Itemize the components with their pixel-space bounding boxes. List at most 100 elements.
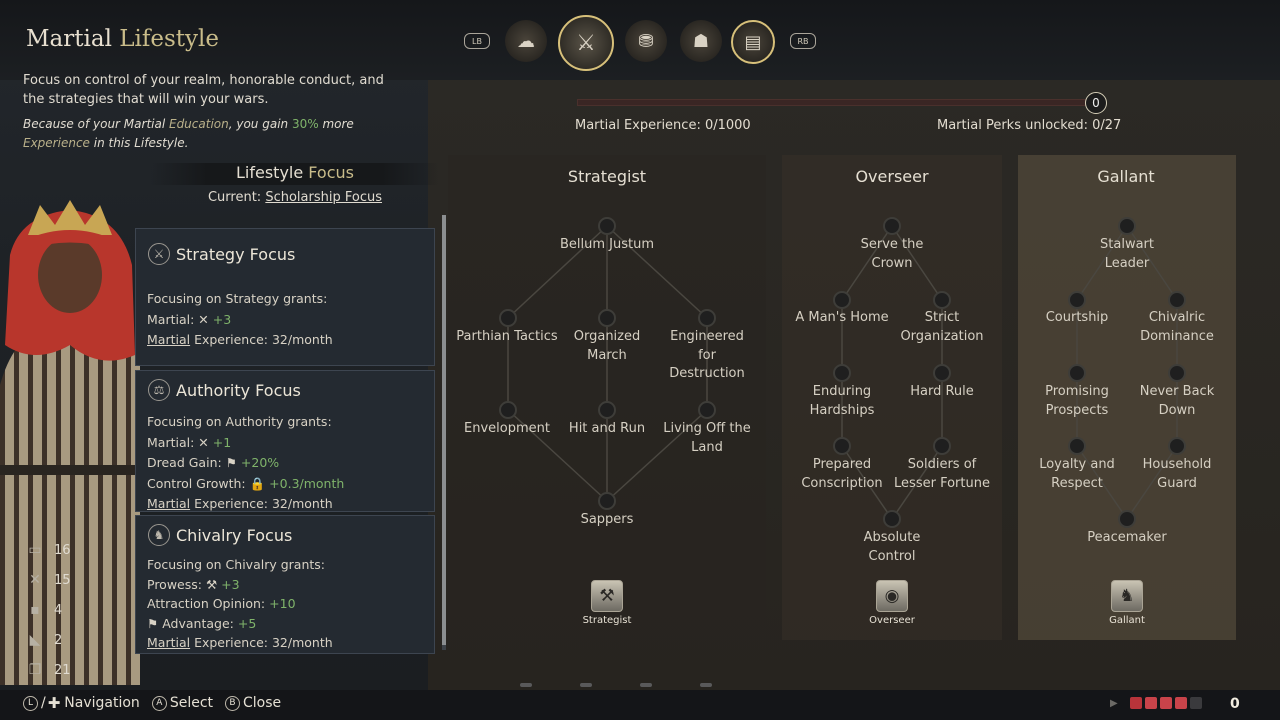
chivalry-focus-card[interactable]: ♞ Chivalry Focus Focusing on Chivalry gra…: [135, 515, 435, 654]
perk-courtship[interactable]: Courtship: [1027, 309, 1127, 328]
intrigue-skill-icon: ◣: [29, 632, 41, 648]
perk-node[interactable]: [883, 510, 901, 528]
focus-scrollbar-thumb[interactable]: [442, 215, 446, 645]
perk-sappers[interactable]: Sappers: [537, 511, 677, 530]
perk-engineered-for-destruction[interactable]: Engineered for Destruction: [662, 328, 752, 384]
perk-node[interactable]: [833, 437, 851, 455]
perk-enduring-hardships[interactable]: Enduring Hardships: [792, 383, 892, 420]
perk-node[interactable]: [598, 217, 616, 235]
character-skills: ▭ 16 ✕ 15 ▪ 4 ◣ 2 ❐ 21: [25, 535, 105, 685]
perk-points-counter: 0: [1085, 92, 1107, 114]
perk-node[interactable]: [1168, 364, 1186, 382]
select-hint[interactable]: A Select: [151, 695, 213, 711]
perk-household-guard[interactable]: Household Guard: [1127, 456, 1227, 493]
perk-node[interactable]: [833, 291, 851, 309]
skill-intrigue[interactable]: ◣ 2: [25, 625, 105, 655]
close-hint[interactable]: B Close: [225, 695, 281, 711]
perk-stalwart-leader[interactable]: Stalwart Leader: [1077, 236, 1177, 273]
strategist-tree-icon[interactable]: ⚒: [591, 580, 623, 612]
notification-square: [1144, 697, 1157, 709]
learning-lifestyle-icon: ▤: [744, 31, 762, 53]
strategist-tree-label: Strategist: [582, 615, 632, 626]
perk-soldiers-of-lesser-fortune[interactable]: Soldiers of Lesser Fortune: [892, 456, 992, 493]
experience-label: Martial Experience: 0/1000: [575, 118, 751, 133]
perk-node[interactable]: [1118, 510, 1136, 528]
strategy-focus-icon: ⚔: [148, 243, 170, 265]
rb-bumper[interactable]: RB: [790, 33, 816, 49]
perk-node[interactable]: [1068, 437, 1086, 455]
perk-organized-march[interactable]: Organized March: [557, 328, 657, 365]
perk-strict-organization[interactable]: Strict Organization: [892, 309, 992, 346]
skill-martial[interactable]: ✕ 15: [25, 565, 105, 595]
gallant-tree-title: Gallant: [1097, 167, 1155, 186]
overseer-tree-title: Overseer: [855, 167, 929, 186]
gallant-tree-icon[interactable]: ♞: [1111, 580, 1143, 612]
controller-hints: L / ✚ Navigation A Select B Close: [23, 694, 293, 712]
diplomacy-skill-icon: ▭: [28, 542, 42, 558]
perk-serve-the-crown[interactable]: Serve the Crown: [842, 236, 942, 273]
prowess-icon: ⚒: [205, 576, 218, 592]
stewardship-lifestyle-icon: ⛃: [638, 30, 654, 52]
skill-diplomacy[interactable]: ▭ 16: [25, 535, 105, 565]
perk-hard-rule[interactable]: Hard Rule: [892, 383, 992, 402]
perk-node[interactable]: [499, 309, 517, 327]
perk-loyalty-and-respect[interactable]: Loyalty and Respect: [1027, 456, 1127, 493]
lb-bumper[interactable]: LB: [464, 33, 490, 49]
navigation-hint[interactable]: L / ✚ Navigation: [23, 694, 140, 712]
perk-absolute-control[interactable]: Absolute Control: [842, 529, 942, 566]
perk-node[interactable]: [1068, 364, 1086, 382]
tab-learning[interactable]: ▤: [731, 20, 775, 64]
perk-node[interactable]: [933, 291, 951, 309]
perk-peacemaker[interactable]: Peacemaker: [1077, 529, 1177, 548]
stewardship-skill-icon: ▪: [30, 602, 40, 618]
perk-node[interactable]: [698, 401, 716, 419]
notification-strip[interactable]: ▶: [1110, 697, 1205, 709]
martial-icon: ✕: [198, 311, 209, 327]
perk-chivalric-dominance[interactable]: Chivalric Dominance: [1127, 309, 1227, 346]
perk-living-off-the-land[interactable]: Living Off the Land: [652, 420, 762, 457]
perk-node[interactable]: [933, 437, 951, 455]
lifestyle-focus-heading: Lifestyle Focus: [150, 163, 440, 185]
learning-skill-icon: ❐: [28, 662, 42, 678]
overseer-tree-icon[interactable]: ◉: [876, 580, 908, 612]
perk-a-mans-home[interactable]: A Man's Home: [782, 309, 902, 328]
perk-node[interactable]: [1168, 437, 1186, 455]
perk-bellum-justum[interactable]: Bellum Justum: [537, 236, 677, 255]
perk-prepared-conscription[interactable]: Prepared Conscription: [792, 456, 892, 493]
dpad-icon: ✚: [47, 694, 61, 712]
notification-square: [1189, 697, 1202, 709]
tab-diplomacy[interactable]: ☁: [505, 20, 547, 62]
perk-node[interactable]: [833, 364, 851, 382]
notification-square: [1159, 697, 1172, 709]
perk-node[interactable]: [598, 309, 616, 327]
strategy-focus-card[interactable]: ⚔ Strategy Focus Focusing on Strategy gra…: [135, 228, 435, 366]
authority-focus-icon: ⚖: [148, 379, 170, 401]
perks-unlocked-label: Martial Perks unlocked: 0/27: [937, 118, 1122, 133]
perk-node[interactable]: [499, 401, 517, 419]
perk-node[interactable]: [598, 492, 616, 510]
skill-learning[interactable]: ❐ 21: [25, 655, 105, 685]
perk-node[interactable]: [598, 401, 616, 419]
notification-square: [1174, 697, 1187, 709]
authority-focus-card[interactable]: ⚖ Authority Focus Focusing on Authority g…: [135, 370, 435, 512]
perk-node[interactable]: [883, 217, 901, 235]
perk-node[interactable]: [1168, 291, 1186, 309]
lifestyle-title: Martial Lifestyle: [26, 26, 220, 52]
lifestyle-tabs: LB ☁ ⚔ ⛃ ☗ ▤ RB: [462, 15, 822, 71]
left-stick-icon: L: [23, 695, 38, 711]
b-button-icon: B: [225, 695, 241, 711]
current-focus-link[interactable]: Scholarship Focus: [265, 190, 382, 205]
tab-martial[interactable]: ⚔: [558, 15, 614, 71]
perk-promising-prospects[interactable]: Promising Prospects: [1027, 383, 1127, 420]
perk-parthian-tactics[interactable]: Parthian Tactics: [447, 328, 567, 347]
skill-stewardship[interactable]: ▪ 4: [25, 595, 105, 625]
perk-never-back-down[interactable]: Never Back Down: [1127, 383, 1227, 420]
perk-node[interactable]: [1068, 291, 1086, 309]
tab-stewardship[interactable]: ⛃: [625, 20, 667, 62]
tab-intrigue[interactable]: ☗: [680, 20, 722, 62]
perk-node[interactable]: [933, 364, 951, 382]
a-button-icon: A: [151, 695, 167, 711]
perk-node[interactable]: [698, 309, 716, 327]
perk-hit-and-run[interactable]: Hit and Run: [547, 420, 667, 439]
perk-node[interactable]: [1118, 217, 1136, 235]
